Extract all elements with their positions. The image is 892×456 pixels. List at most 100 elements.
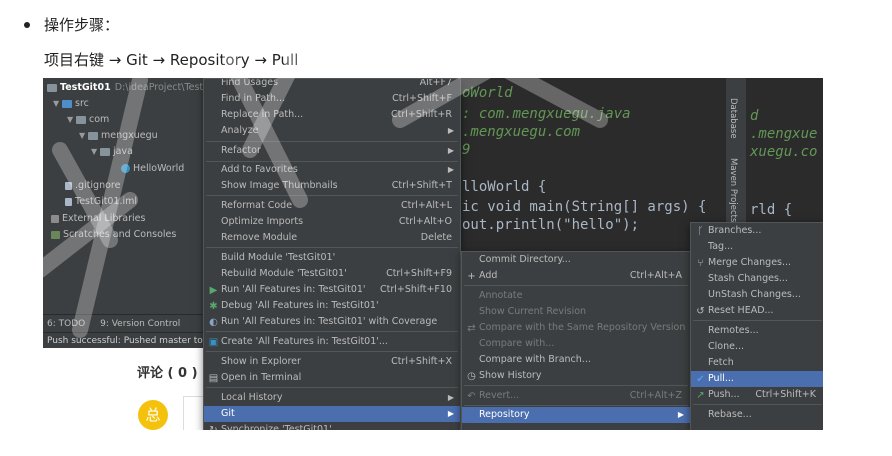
code-line: .mengxuegu.com xyxy=(462,124,581,140)
chevron-down-icon[interactable]: ▼ xyxy=(67,112,76,128)
menu-item-unstash-changes[interactable]: UnStash Changes... xyxy=(691,287,823,303)
menu-item-clone[interactable]: Clone... xyxy=(691,339,823,355)
menu-item-pull[interactable]: ✔ Pull... xyxy=(691,371,823,387)
gitignore-file-icon xyxy=(65,181,72,190)
menu-item-remotes[interactable]: Remotes... xyxy=(691,323,823,339)
code-line: ic void main(String[] args) { xyxy=(462,199,707,215)
library-icon xyxy=(51,214,59,223)
menu-item-optimize-imports[interactable]: Optimize Imports Ctrl+Alt+O xyxy=(204,214,460,230)
comments-heading: 评论 ( 0 ) xyxy=(137,366,198,381)
menu-item-refactor[interactable]: Refactor ▶ xyxy=(204,143,460,159)
menu-item-analyze[interactable]: Analyze ▶ xyxy=(204,123,460,139)
project-tree: TestGit01 D:\ideaProject\Test ▼ src ▼ com ▼… xyxy=(43,78,203,343)
ide-screenshot: TestGit01 D:\ideaProject\Test ▼ src ▼ com ▼… xyxy=(43,78,823,430)
menu-item-local-history[interactable]: Local History ▶ xyxy=(204,390,460,406)
menu-item-show-image-thumbnails[interactable]: Show Image Thumbnails Ctrl+Shift+T xyxy=(204,178,460,194)
menu-item-reset-head[interactable]: ↺ Reset HEAD... xyxy=(691,303,823,319)
menu-item-compare-with[interactable]: Compare with... xyxy=(462,336,690,352)
menu-item-synchronize[interactable]: ↻Synchronize 'TestGit01' xyxy=(204,422,460,430)
menu-item-run-coverage[interactable]: ◐ Run 'All Features in: TestGit01' with C… xyxy=(204,314,460,330)
package-folder-icon xyxy=(100,147,110,156)
tree-item-external-libraries[interactable]: External Libraries xyxy=(51,211,145,227)
menu-item-compare-same-version[interactable]: ⇄ Compare with the Same Repository Versio… xyxy=(462,320,690,336)
menu-item-tag[interactable]: Tag... xyxy=(691,239,823,255)
version-control-tab[interactable]: 9: Version Control xyxy=(100,319,180,329)
menu-item-fetch[interactable]: Fetch xyxy=(691,355,823,371)
code-line: oWorld xyxy=(462,85,513,101)
java-class-icon xyxy=(121,164,130,173)
menu-item-show-in-explorer[interactable]: Show in Explorer Ctrl+Shift+X xyxy=(204,354,460,370)
submenu-arrow-icon: ▶ xyxy=(677,410,684,419)
code-line: rld { xyxy=(750,202,793,218)
menu-item-find-usages[interactable]: Find Usages Alt+F7 xyxy=(204,79,460,91)
maven-projects-tab[interactable]: Maven Projects xyxy=(728,158,738,222)
menu-item-debug-all[interactable]: ✱ Debug 'All Features in: TestGit01' xyxy=(204,298,460,314)
submenu-arrow-icon: ▶ xyxy=(447,409,454,418)
git-submenu: Commit Directory... + Add Ctrl+Alt+A Annot… xyxy=(461,251,691,430)
menu-item-annotate[interactable]: Annotate xyxy=(462,288,690,304)
menu-item-push[interactable]: ↗ Push... Ctrl+Shift+K xyxy=(691,387,823,403)
submenu-arrow-icon: ▶ xyxy=(447,126,454,135)
menu-item-compare-with-branch[interactable]: Compare with Branch... xyxy=(462,352,690,368)
module-folder-icon xyxy=(47,83,57,92)
menu-item-branches[interactable]: ᚴ Branches... xyxy=(691,223,823,239)
menu-item-show-history[interactable]: ◷ Show History xyxy=(462,368,690,384)
submenu-arrow-icon: ▶ xyxy=(447,393,454,402)
menu-item-rebase[interactable]: Rebase... xyxy=(691,407,823,423)
menu-item-open-in-terminal[interactable]: ▤ Open in Terminal xyxy=(204,370,460,386)
menu-item-show-current-revision[interactable]: Show Current Revision xyxy=(462,304,690,320)
run-icon: ▶ xyxy=(209,285,218,296)
split-editor[interactable]: d .mengxue xuegu.co rld { xyxy=(746,78,823,238)
status-message: Push successful: Pushed master to xyxy=(47,336,203,346)
menu-item-reformat-code[interactable]: Reformat Code Ctrl+Alt+L xyxy=(204,198,460,214)
tree-item-gitignore[interactable]: .gitignore xyxy=(65,178,120,194)
menu-item-rebuild-module[interactable]: Rebuild Module 'TestGit01' Ctrl+Shift+F9 xyxy=(204,266,460,282)
code-line: 9 xyxy=(462,142,471,158)
chevron-down-icon[interactable]: ▼ xyxy=(53,96,62,112)
menu-item-git[interactable]: Git ▶ xyxy=(204,406,460,422)
todo-tab[interactable]: 6: TODO xyxy=(47,319,85,329)
menu-item-merge-changes[interactable]: ⑂ Merge Changes... xyxy=(691,255,823,271)
menu-item-add-to-favorites[interactable]: Add to Favorites ▶ xyxy=(204,162,460,178)
list-bullet xyxy=(24,22,30,28)
tree-item-iml[interactable]: TestGit01.iml xyxy=(65,194,137,210)
reset-icon: ↺ xyxy=(696,306,705,317)
chevron-down-icon[interactable]: ▼ xyxy=(79,128,88,144)
coverage-icon: ◐ xyxy=(209,317,218,328)
menu-item-build-module[interactable]: Build Module 'TestGit01' xyxy=(204,250,460,266)
menu-item-find-in-path[interactable]: Find in Path... Ctrl+Shift+F xyxy=(204,91,460,107)
chevron-down-icon[interactable]: ▼ xyxy=(91,144,100,160)
menu-item-commit-directory[interactable]: Commit Directory... xyxy=(462,252,690,268)
menu-item-remove-module[interactable]: Remove Module Delete xyxy=(204,230,460,246)
database-tab[interactable]: Database xyxy=(728,98,738,139)
context-menu: Find Usages Alt+F7 Find in Path... Ctrl+Sh… xyxy=(203,78,461,430)
tree-item-helloworld[interactable]: HelloWorld xyxy=(121,161,184,177)
menu-item-repository[interactable]: Repository ▶ xyxy=(462,407,690,423)
menu-item-run-all[interactable]: ▶ Run 'All Features in: TestGit01' Ctrl+Sh… xyxy=(204,282,460,298)
menu-item-revert[interactable]: ↶ Revert... Ctrl+Alt+Z xyxy=(462,388,690,404)
code-line: d xyxy=(750,108,759,124)
project-root[interactable]: TestGit01 D:\ideaProject\Test xyxy=(47,80,203,96)
menu-item-stash-changes[interactable]: Stash Changes... xyxy=(691,271,823,287)
push-icon: ↗ xyxy=(696,390,705,401)
code-line: .mengxue xyxy=(750,126,818,142)
submenu-arrow-icon: ▶ xyxy=(447,146,454,155)
tree-item-src[interactable]: ▼ src xyxy=(53,96,89,112)
iml-file-icon xyxy=(65,197,72,206)
avatar: 总 xyxy=(138,400,168,430)
compare-icon: ⇄ xyxy=(467,323,476,334)
source-folder-icon xyxy=(62,99,72,108)
tree-item-com[interactable]: ▼ com xyxy=(67,112,109,128)
package-folder-icon xyxy=(88,131,98,140)
menu-item-add[interactable]: + Add Ctrl+Alt+A xyxy=(462,268,690,284)
menu-path-instruction: 项目右键 → Git → Repository → Pull xyxy=(44,51,299,69)
status-bar: Push successful: Pushed master to xyxy=(43,332,203,349)
sync-icon: ↻ xyxy=(208,423,219,430)
tree-item-scratches[interactable]: Scratches and Consoles xyxy=(51,227,176,243)
tree-item-java[interactable]: ▼ java xyxy=(91,144,133,160)
repository-submenu: ᚴ Branches... Tag... ⑂ Merge Changes... St… xyxy=(690,222,823,430)
menu-item-replace-in-path[interactable]: Replace in Path... Ctrl+Shift+R xyxy=(204,107,460,123)
run-config-icon: ▣ xyxy=(208,337,219,348)
tree-item-mengxuegu[interactable]: ▼ mengxuegu xyxy=(79,128,158,144)
menu-item-create-config[interactable]: ▣ Create 'All Features in: TestGit01'... xyxy=(204,334,460,350)
